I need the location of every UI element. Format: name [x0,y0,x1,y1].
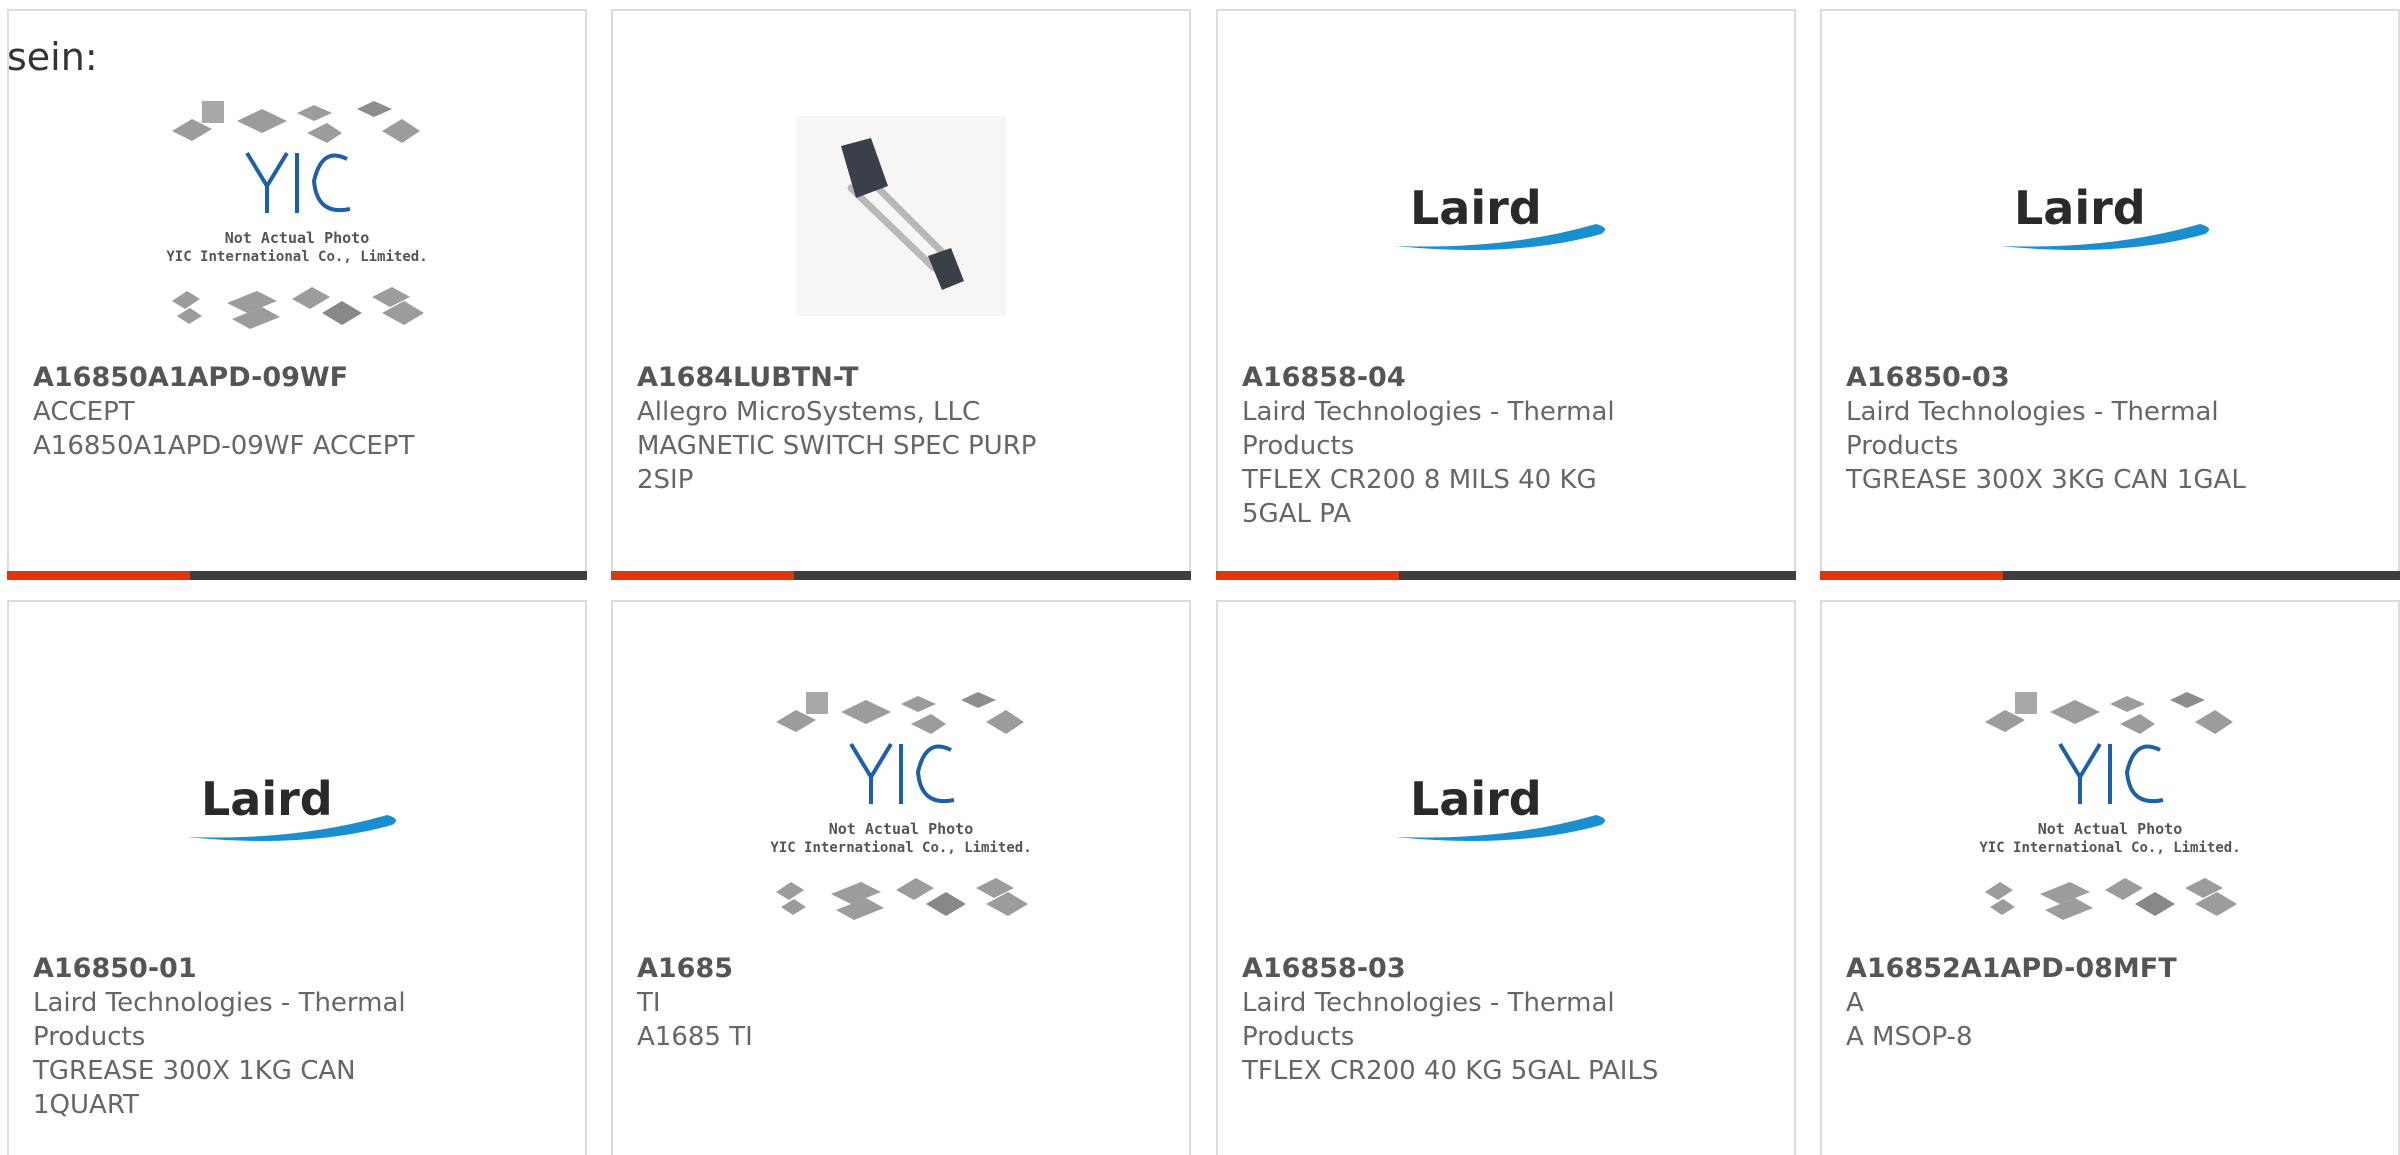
card-accent-bar [1216,571,1399,580]
product-image[interactable]: Laird [1218,81,1794,351]
product-image[interactable]: Not Actual Photo YIC International Co., … [9,81,585,351]
part-number-link[interactable]: A16850-03 [1846,361,2266,395]
yic-company-label: YIC International Co., Limited. [1979,840,2240,856]
card-bottom-bar [611,571,1191,580]
laird-logo-image: Laird [187,772,396,841]
not-actual-photo-label: Not Actual Photo [225,229,370,247]
magnetic-switch-photo [796,116,1006,316]
part-number-link[interactable]: A1684LUBTN-T [637,361,1057,395]
card-bottom-bar [7,571,587,580]
part-number-link[interactable]: A16858-03 [1242,952,1662,986]
laird-wordmark: Laird [1410,772,1542,826]
card-bottom-bar [1820,571,2400,580]
card-accent-bar [7,571,190,580]
product-description: MAGNETIC SWITCH SPEC PURP 2SIP [637,431,1037,495]
product-description: TGREASE 300X 3KG CAN 1GAL [1846,465,2246,495]
product-info: A16850-03 Laird Technologies - Thermal P… [1846,361,2266,497]
laird-logo-image: Laird [1396,772,1605,841]
product-image[interactable]: Not Actual Photo YIC International Co., … [613,672,1189,942]
yic-company-label: YIC International Co., Limited. [770,840,1031,856]
product-image[interactable]: Laird [1822,81,2398,351]
product-card[interactable]: Laird A16850-01 Laird Technologies - The… [7,600,587,1155]
intro-text: sein: [7,35,98,79]
laird-logo-image: Laird [1396,181,1605,250]
product-image[interactable]: Laird [1218,672,1794,942]
laird-logo-image: Laird [2000,181,2209,250]
part-number-link[interactable]: A1685 [637,952,1057,986]
product-image[interactable]: Laird [9,672,585,942]
product-description: TFLEX CR200 40 KG 5GAL PAILS [1242,1056,1659,1086]
laird-wordmark: Laird [2014,181,2146,235]
manufacturer-name: Laird Technologies - Thermal Products [1846,397,2219,461]
product-card[interactable]: A1684LUBTN-T Allegro MicroSystems, LLC M… [611,9,1191,580]
not-actual-photo-label: Not Actual Photo [2038,820,2183,838]
product-info: A16858-04 Laird Technologies - Thermal P… [1242,361,1662,531]
product-card[interactable]: Laird A16850-03 Laird Technologies - The… [1820,9,2400,580]
manufacturer-name: Laird Technologies - Thermal Products [1242,397,1615,461]
manufacturer-name: Laird Technologies - Thermal Products [33,988,406,1052]
card-accent-bar [1820,571,2003,580]
yic-company-label: YIC International Co., Limited. [166,249,427,265]
product-card[interactable]: Laird A16858-03 Laird Technologies - The… [1216,600,1796,1155]
product-info: A16852A1APD-08MFT A A MSOP-8 [1846,952,2266,1054]
part-number-link[interactable]: A16850-01 [33,952,453,986]
product-grid-page: sein: Not Actual Photo YIC International… [0,0,2400,1155]
yic-placeholder-image: Not Actual Photo YIC International Co., … [770,692,1032,920]
product-info: A16850-01 Laird Technologies - Thermal P… [33,952,453,1122]
product-description: A MSOP-8 [1846,1022,1973,1052]
laird-wordmark: Laird [1410,181,1542,235]
card-accent-bar [611,571,794,580]
yic-placeholder-image: Not Actual Photo YIC International Co., … [1979,692,2241,920]
manufacturer-name: Allegro MicroSystems, LLC [637,397,981,427]
manufacturer-name: ACCEPT [33,397,135,427]
part-number-link[interactable]: A16852A1APD-08MFT [1846,952,2266,986]
product-info: A1685 TI A1685 TI [637,952,1057,1054]
product-image[interactable] [613,81,1189,351]
laird-wordmark: Laird [201,772,333,826]
yic-placeholder-image: Not Actual Photo YIC International Co., … [166,101,428,329]
product-description: TGREASE 300X 1KG CAN 1QUART [33,1056,356,1120]
product-info: A16850A1APD-09WF ACCEPT A16850A1APD-09WF… [33,361,453,463]
product-image[interactable]: Not Actual Photo YIC International Co., … [1822,672,2398,942]
manufacturer-name: TI [637,988,661,1018]
manufacturer-name: A [1846,988,1864,1018]
product-card[interactable]: Not Actual Photo YIC International Co., … [1820,600,2400,1155]
product-description: A1685 TI [637,1022,753,1052]
product-info: A1684LUBTN-T Allegro MicroSystems, LLC M… [637,361,1057,497]
product-card[interactable]: Not Actual Photo YIC International Co., … [611,600,1191,1155]
product-description: TFLEX CR200 8 MILS 40 KG 5GAL PA [1242,465,1597,529]
product-info: A16858-03 Laird Technologies - Thermal P… [1242,952,1662,1088]
part-number-link[interactable]: A16850A1APD-09WF [33,361,453,395]
product-card[interactable]: Not Actual Photo YIC International Co., … [7,9,587,580]
product-description: A16850A1APD-09WF ACCEPT [33,431,415,461]
not-actual-photo-label: Not Actual Photo [829,820,974,838]
part-number-link[interactable]: A16858-04 [1242,361,1662,395]
card-bottom-bar [1216,571,1796,580]
manufacturer-name: Laird Technologies - Thermal Products [1242,988,1615,1052]
product-card[interactable]: Laird A16858-04 Laird Technologies - The… [1216,9,1796,580]
